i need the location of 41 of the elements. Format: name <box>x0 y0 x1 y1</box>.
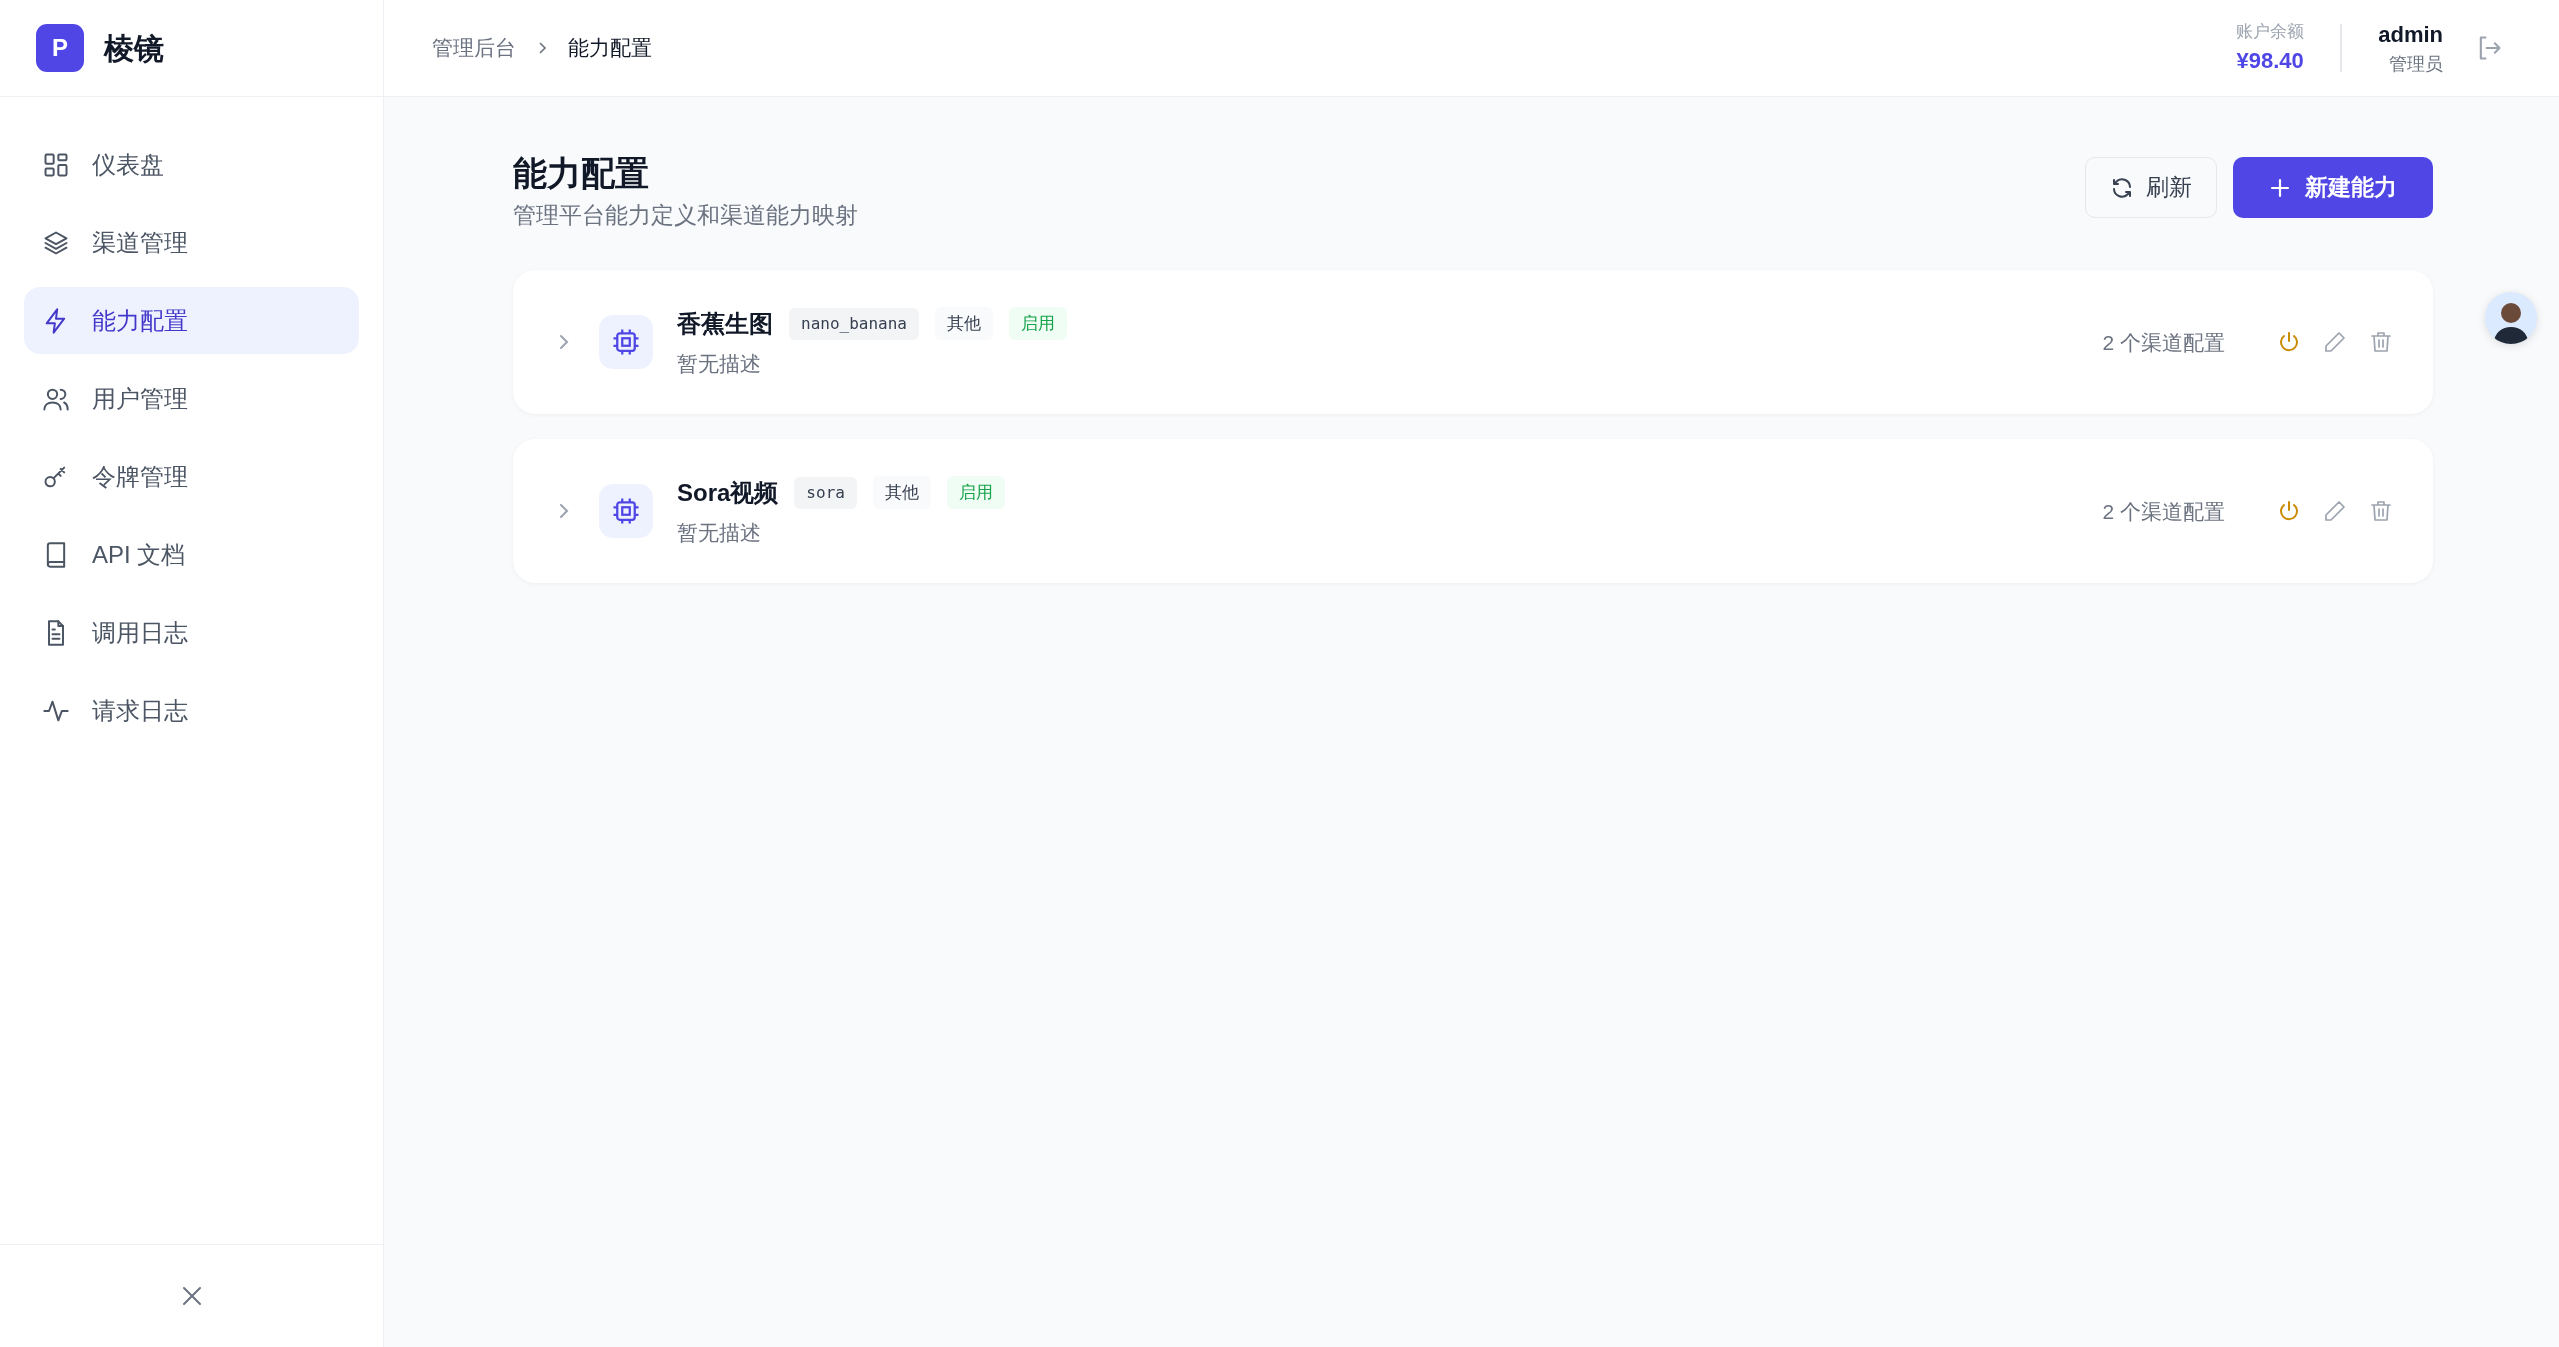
breadcrumb-current: 能力配置 <box>568 35 652 62</box>
avatar[interactable] <box>2485 292 2537 344</box>
sidebar-item[interactable]: API 文档 <box>24 521 359 588</box>
refresh-button[interactable]: 刷新 <box>2085 157 2217 218</box>
sidebar-item[interactable]: 令牌管理 <box>24 443 359 510</box>
page-subtitle: 管理平台能力定义和渠道能力映射 <box>513 200 858 230</box>
page-title: 能力配置 <box>513 153 650 194</box>
breadcrumb-link[interactable]: 管理后台 <box>432 32 516 64</box>
edit-icon[interactable] <box>2323 330 2347 355</box>
sidebar-item[interactable]: 用户管理 <box>24 365 359 432</box>
status-tag: 启用 <box>1008 306 1067 341</box>
chip-icon <box>599 315 653 370</box>
username: admin <box>2378 21 2443 49</box>
refresh-icon <box>2110 175 2134 200</box>
logo: P <box>36 24 84 72</box>
category-tag: 其他 <box>872 475 931 510</box>
delete-icon[interactable] <box>2369 330 2393 355</box>
status-tag: 启用 <box>946 475 1005 510</box>
category-tag: 其他 <box>934 306 993 341</box>
capability-name: Sora视频 <box>677 477 779 508</box>
user-role: 管理员 <box>2389 53 2443 76</box>
sidebar-item[interactable]: 能力配置 <box>24 287 359 354</box>
delete-icon[interactable] <box>2369 499 2393 524</box>
sidebar-item[interactable]: 调用日志 <box>24 599 359 666</box>
capability-name: 香蕉生图 <box>677 308 773 339</box>
channel-count: 2 个渠道配置 <box>2102 498 2225 525</box>
new-button[interactable]: 新建能力 <box>2233 157 2433 218</box>
balance-amount: ¥98.40 <box>2236 47 2304 76</box>
chip-icon <box>599 484 653 539</box>
plus-icon <box>2269 176 2291 199</box>
capability-description: 暂无描述 <box>677 519 762 546</box>
balance-label: 账户余额 <box>2236 20 2305 43</box>
code-tag: sora <box>794 476 857 509</box>
code-tag: nano_banana <box>789 307 919 340</box>
capability-description: 暂无描述 <box>677 350 762 377</box>
sidebar-item[interactable]: 渠道管理 <box>24 209 359 276</box>
channel-count: 2 个渠道配置 <box>2102 329 2225 356</box>
edit-icon[interactable] <box>2323 499 2347 524</box>
sidebar-item[interactable]: 仪表盘 <box>24 131 359 198</box>
brand-name: 棱镜 <box>104 30 164 67</box>
sidebar-item[interactable]: 请求日志 <box>24 677 359 744</box>
